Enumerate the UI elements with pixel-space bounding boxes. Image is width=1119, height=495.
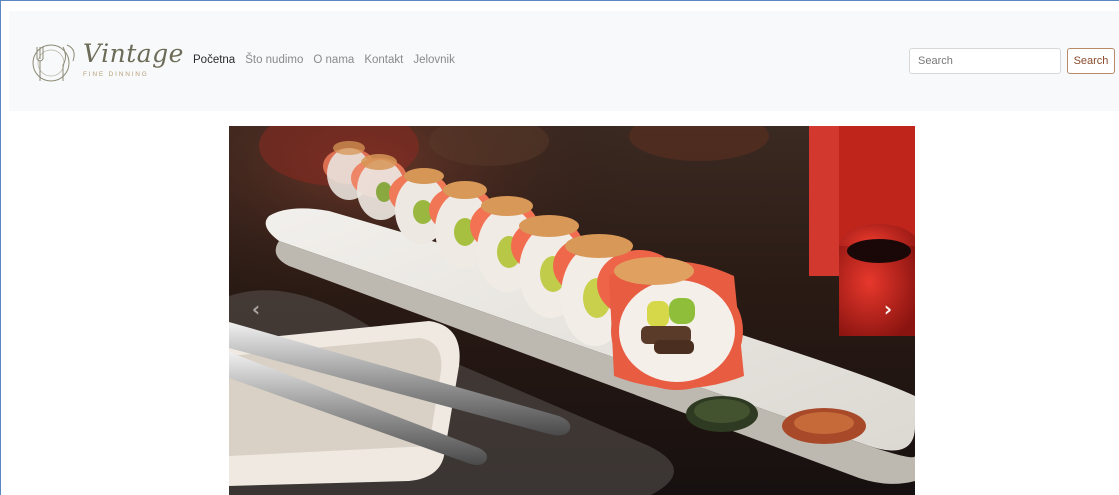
sushi-rolls-photo: [229, 126, 915, 495]
nav-item-sto-nudimo[interactable]: Što nudimo: [245, 54, 303, 66]
nav-links: Početna Što nudimo O nama Kontakt Jelovn…: [193, 54, 465, 66]
search-button[interactable]: Search: [1067, 48, 1115, 74]
chevron-left-icon[interactable]: ‹: [241, 294, 271, 324]
browser-viewport: Vintage FINE DINNING Početna Što nudimo …: [0, 0, 1119, 495]
nav-item-kontakt[interactable]: Kontakt: [364, 54, 403, 66]
plate-fork-knife-icon: [32, 44, 75, 82]
image-carousel: ‹ ›: [229, 126, 915, 495]
nav-item-pocetna[interactable]: Početna: [193, 54, 235, 66]
navbar: Vintage FINE DINNING Početna Što nudimo …: [9, 11, 1119, 111]
nav-item-jelovnik[interactable]: Jelovnik: [413, 54, 455, 66]
brand-logo[interactable]: Vintage FINE DINNING: [27, 39, 183, 91]
brand-name: Vintage: [83, 39, 184, 68]
brand-tagline: FINE DINNING: [83, 71, 149, 78]
nav-item-o-nama[interactable]: O nama: [313, 54, 354, 66]
chevron-right-icon[interactable]: ›: [873, 294, 903, 324]
search-input[interactable]: [909, 48, 1061, 74]
